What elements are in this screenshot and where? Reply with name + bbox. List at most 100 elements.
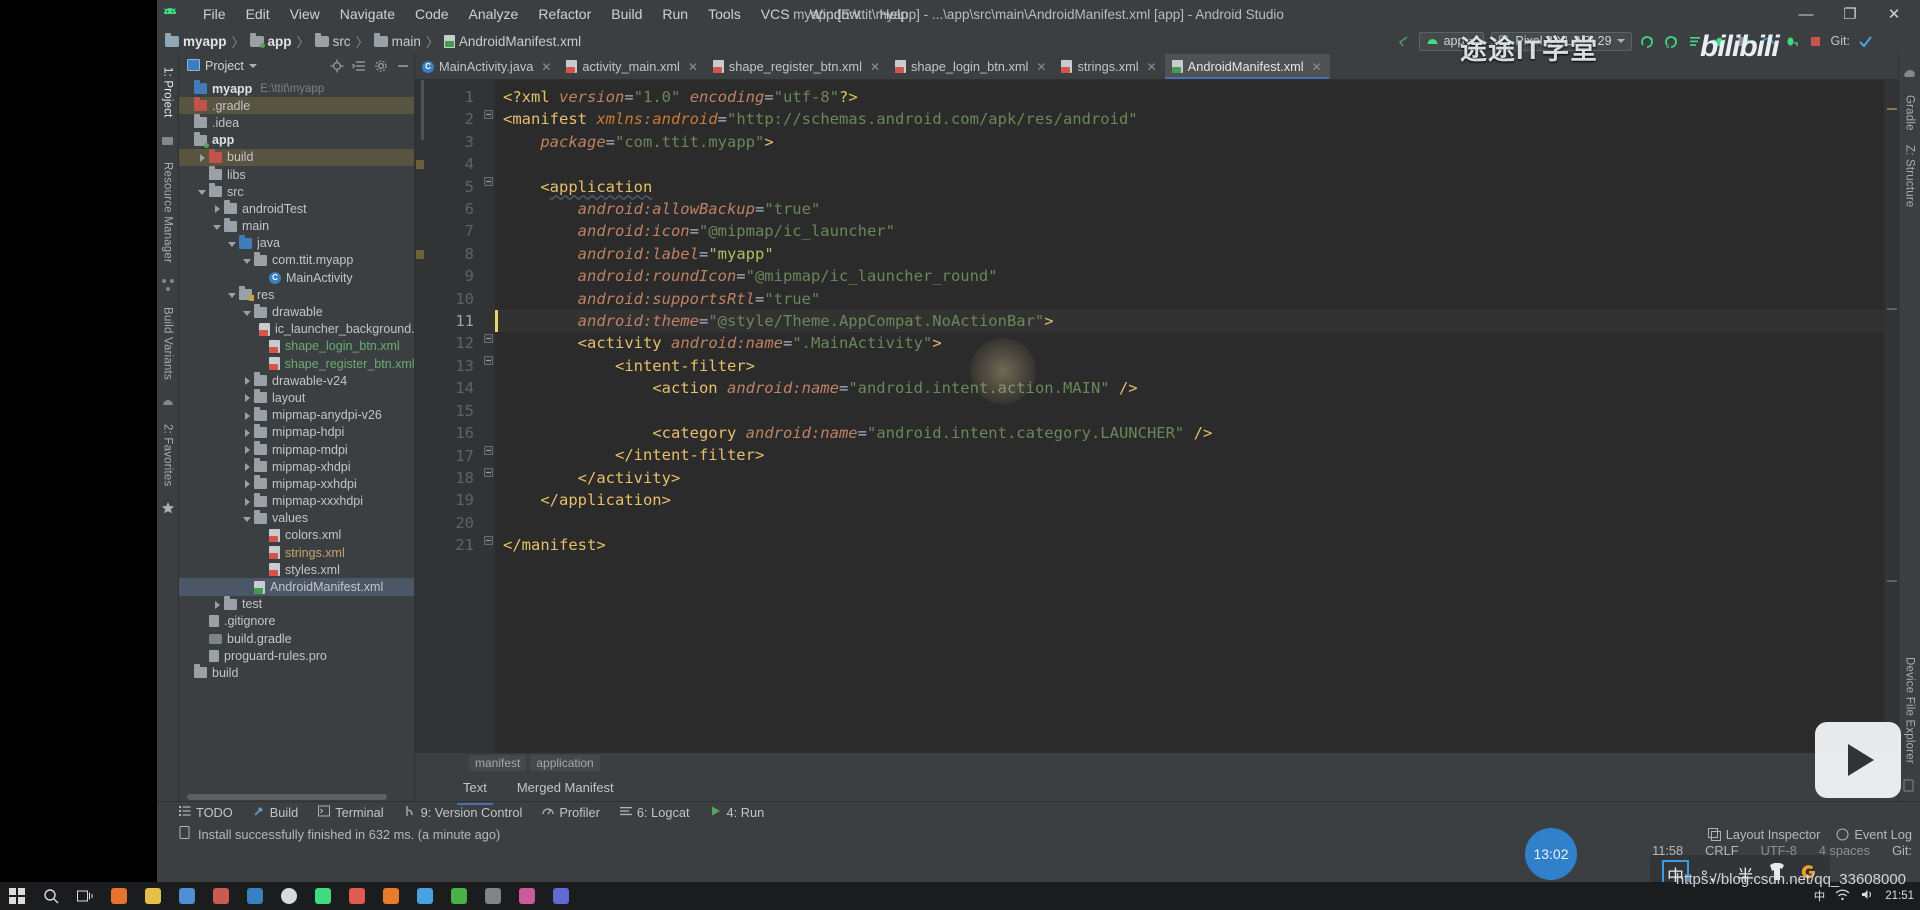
tab-text[interactable]: Text xyxy=(457,776,493,805)
code-line[interactable]: <category android:name="android.intent.c… xyxy=(495,422,1884,444)
code-line[interactable]: </application> xyxy=(495,489,1884,511)
chevron-right-icon[interactable] xyxy=(243,497,252,506)
fold-marker[interactable] xyxy=(484,536,493,545)
chevron-right-icon[interactable] xyxy=(213,204,222,214)
tree-node[interactable]: shape_register_btn.xml xyxy=(179,355,414,372)
scrollbar-thumb[interactable] xyxy=(187,794,387,800)
chevron-down-icon[interactable] xyxy=(243,308,252,317)
close-icon[interactable]: ✕ xyxy=(1312,60,1322,74)
locate-icon[interactable] xyxy=(330,59,344,73)
taskbar-app-dev[interactable] xyxy=(544,882,578,910)
sidebar-tab-build-variants[interactable]: Build Variants xyxy=(160,300,176,387)
sidebar-tab-device-file-explorer[interactable]: Device File Explorer xyxy=(1902,650,1918,771)
code-line[interactable]: </manifest> xyxy=(495,534,1884,556)
layout-inspector-button[interactable]: Layout Inspector xyxy=(1707,827,1820,842)
play-button-overlay[interactable] xyxy=(1815,722,1901,798)
sidebar-tab-gradle[interactable]: Gradle xyxy=(1902,88,1918,138)
code-line[interactable]: </intent-filter> xyxy=(495,444,1884,466)
breadcrumb-item-src[interactable]: src xyxy=(314,32,351,49)
tree-node[interactable]: mipmap-xxhdpi xyxy=(179,475,414,492)
code-line[interactable]: <activity android:name=".MainActivity"> xyxy=(495,332,1884,354)
code-line[interactable]: android:icon="@mipmap/ic_launcher" xyxy=(495,220,1884,242)
maximize-button[interactable]: ❐ xyxy=(1828,0,1872,28)
close-icon[interactable]: ✕ xyxy=(1036,60,1046,74)
menu-item-run[interactable]: Run xyxy=(652,3,698,25)
taskbar-app-music[interactable] xyxy=(340,882,374,910)
tree-node[interactable]: AndroidManifest.xml xyxy=(179,578,414,596)
code-line[interactable]: android:label="myapp" xyxy=(495,243,1884,265)
tree-node[interactable]: test xyxy=(179,595,414,613)
taskbar-app-media[interactable] xyxy=(510,882,544,910)
taskbar-app-chrome[interactable] xyxy=(272,882,306,910)
tree-node[interactable]: shape_login_btn.xml xyxy=(179,338,414,355)
tree-node[interactable]: mipmap-hdpi xyxy=(179,423,414,441)
tree-node[interactable]: com.ttit.myapp xyxy=(179,251,414,269)
code-line[interactable]: <action android:name="android.intent.act… xyxy=(495,377,1884,399)
menu-item-tools[interactable]: Tools xyxy=(698,3,751,25)
editor-tab[interactable]: activity_main.xml ✕ xyxy=(559,54,705,79)
editor-tab[interactable]: AndroidManifest.xml ✕ xyxy=(1164,54,1330,79)
close-icon[interactable]: ✕ xyxy=(541,60,551,74)
tree-node[interactable]: res xyxy=(179,286,414,303)
gear-icon[interactable] xyxy=(374,59,388,73)
chevron-down-icon[interactable] xyxy=(213,222,222,231)
tree-node[interactable]: proguard-rules.pro xyxy=(179,647,414,664)
tree-node[interactable]: layout xyxy=(179,389,414,406)
taskbar-app-file-explorer[interactable] xyxy=(136,882,170,910)
close-button[interactable]: ✕ xyxy=(1872,0,1916,28)
taskbar-app-notes[interactable] xyxy=(204,882,238,910)
editor-tab[interactable]: C MainActivity.java ✕ xyxy=(415,54,559,79)
fold-marker[interactable] xyxy=(484,334,493,343)
back-arrow-icon[interactable] xyxy=(1395,33,1412,50)
tool-window-bar[interactable]: TODO Build Terminal 9: Version Control P… xyxy=(157,801,1920,823)
editor-tab[interactable]: shape_register_btn.xml ✕ xyxy=(706,54,888,79)
tree-node[interactable]: mipmap-xhdpi xyxy=(179,458,414,475)
taskbar-app-terminal[interactable] xyxy=(476,882,510,910)
run-icon[interactable] xyxy=(1639,33,1656,50)
breadcrumb[interactable]: myapp 〉 app 〉 src 〉 main 〉 AndroidManife… xyxy=(157,32,581,51)
windows-taskbar[interactable]: 中 21:51 xyxy=(0,882,1920,910)
editor-breadcrumb[interactable]: manifest application xyxy=(415,753,1898,773)
chevron-right-icon[interactable] xyxy=(243,428,252,437)
tree-node[interactable]: strings.xml xyxy=(179,544,414,561)
tree-node[interactable]: build xyxy=(179,148,414,166)
chevron-right-icon[interactable] xyxy=(243,393,252,403)
sidebar-tab-project[interactable]: 1: Project xyxy=(160,60,176,125)
tree-node[interactable]: mipmap-mdpi xyxy=(179,441,414,458)
code-line[interactable]: <manifest xmlns:android="http://schemas.… xyxy=(495,108,1884,130)
taskbar-clock[interactable]: 21:51 xyxy=(1885,890,1914,902)
search-icon[interactable] xyxy=(34,882,68,910)
fold-marker[interactable] xyxy=(484,468,493,477)
minimize-button[interactable]: — xyxy=(1784,0,1828,28)
tree-node[interactable]: C MainActivity xyxy=(179,269,414,286)
tray-network-icon[interactable] xyxy=(1835,888,1850,904)
code-line[interactable]: package="com.ttit.myapp"> xyxy=(495,131,1884,153)
git-update-icon[interactable] xyxy=(1857,33,1874,50)
tree-node[interactable]: mipmap-anydpi-v26 xyxy=(179,406,414,424)
tray-volume-icon[interactable] xyxy=(1860,888,1875,904)
tree-node[interactable]: colors.xml xyxy=(179,527,414,544)
tree-node[interactable]: main xyxy=(179,217,414,235)
debug-run-icon[interactable]: a xyxy=(1663,33,1680,50)
sidebar-tab-structure[interactable]: Z: Structure xyxy=(1902,138,1918,214)
tree-node[interactable]: myapp E:\ttit\myapp xyxy=(179,80,414,97)
close-icon[interactable]: ✕ xyxy=(870,60,880,74)
chevron-right-icon[interactable] xyxy=(243,376,252,386)
taskbar-app-browser[interactable] xyxy=(102,882,136,910)
window-controls[interactable]: — ❐ ✕ xyxy=(1784,0,1916,28)
taskbar-app-qq[interactable] xyxy=(408,882,442,910)
editor-footer-tabs[interactable]: Text Merged Manifest xyxy=(415,773,1898,805)
tree-node[interactable]: app xyxy=(179,131,414,149)
tool-window-version-control[interactable]: 9: Version Control xyxy=(404,805,522,820)
menu-item-file[interactable]: File xyxy=(193,3,236,25)
tool-window-build[interactable]: Build xyxy=(253,805,298,820)
sidebar-tab-favorites[interactable]: 2: Favorites xyxy=(160,417,176,493)
editor-error-stripe[interactable] xyxy=(1884,80,1898,753)
breadcrumb-item-main[interactable]: main xyxy=(373,32,421,49)
chevron-down-icon[interactable] xyxy=(248,64,257,68)
editor-main[interactable]: 1 2 3 4 5 6 7 8 9 10 11 12 13 14 15 16 17 18 19 20 21 <?xml … xyxy=(415,80,1898,753)
menu-item-view[interactable]: View xyxy=(280,3,330,25)
chevron-right-icon[interactable] xyxy=(198,153,207,162)
start-icon[interactable] xyxy=(0,882,34,910)
code-folding-gutter[interactable] xyxy=(481,80,495,753)
